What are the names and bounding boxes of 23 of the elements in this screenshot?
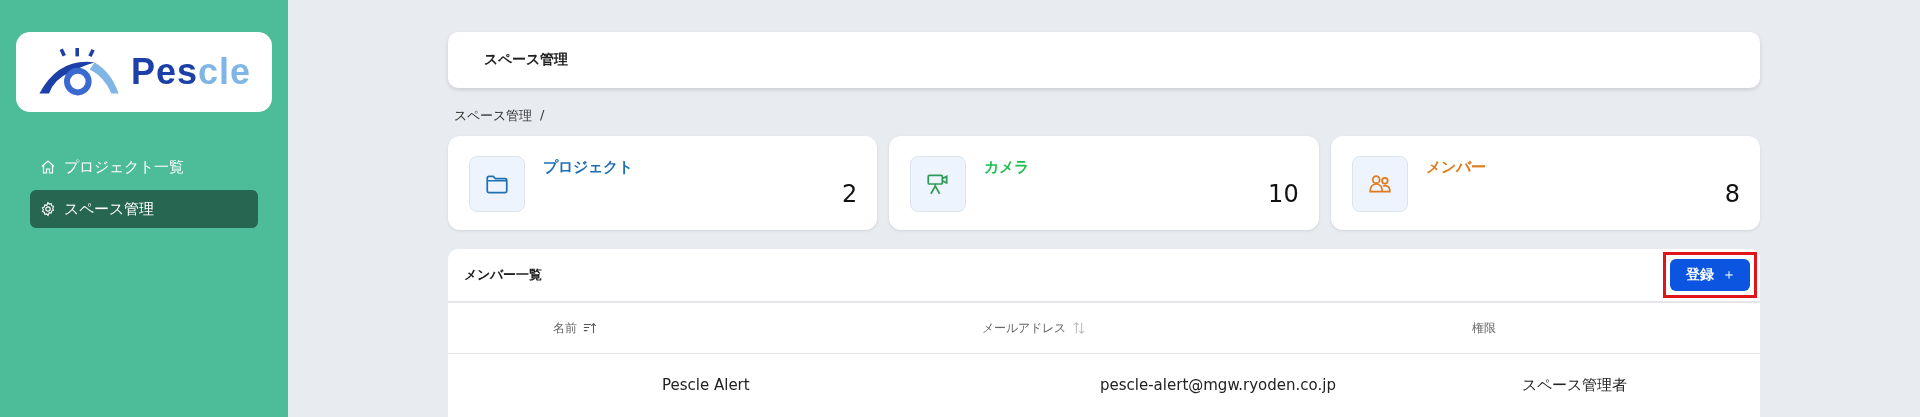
eye-logo-icon — [36, 48, 121, 96]
column-header[interactable]: 権限 — [1472, 319, 1496, 337]
sidebar-item[interactable]: スペース管理 — [30, 190, 258, 228]
sort-ascending-icon[interactable] — [583, 321, 597, 335]
table-cell: スペース管理者 — [1522, 375, 1627, 394]
stat-value: 2 — [842, 180, 858, 208]
stat-label: プロジェクト — [543, 158, 633, 177]
column-header[interactable]: メールアドレス — [982, 319, 1066, 337]
page-title: スペース管理 — [484, 51, 568, 69]
register-button[interactable]: 登録 ＋ — [1670, 259, 1750, 291]
settings-icon — [40, 201, 56, 217]
stat-value: 8 — [1724, 180, 1740, 208]
section-title: メンバー一覧 — [464, 266, 542, 284]
table-cell: pescle-alert@mgw.ryoden.co.jp — [1100, 376, 1336, 394]
breadcrumb-item: スペース管理 — [454, 107, 532, 125]
column-header[interactable]: 名前 — [553, 319, 577, 337]
stat-label: メンバー — [1425, 158, 1486, 177]
breadcrumb-item: / — [540, 107, 545, 124]
stat-value: 10 — [1268, 180, 1299, 208]
table-cell: Pescle Alert — [662, 376, 750, 394]
stat-label: カメラ — [984, 158, 1030, 177]
logo-text: Pescle — [130, 51, 252, 93]
home-icon — [40, 159, 56, 175]
